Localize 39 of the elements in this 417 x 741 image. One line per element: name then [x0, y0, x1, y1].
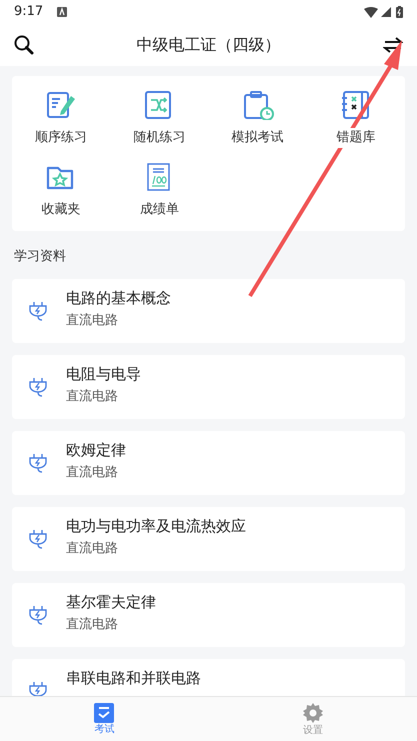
material-subtitle: 直流电路: [66, 464, 119, 480]
status-time: 9:17: [14, 3, 44, 22]
material-title: 电路的基本概念: [66, 288, 171, 306]
plug-icon: [28, 300, 48, 320]
material-title: 电功与电功率及电流热效应: [66, 516, 246, 534]
material-card[interactable]: 电功与电功率及电流热效应 直流电路: [12, 506, 405, 570]
battery-icon: [396, 6, 403, 18]
feature-label[interactable]: 错题库: [336, 128, 376, 148]
material-title: 欧姆定律: [66, 440, 126, 458]
notebook-cross-icon[interactable]: [340, 90, 372, 120]
section-title: 学习资料: [13, 248, 67, 266]
plug-icon: [28, 452, 48, 472]
plug-icon: [28, 376, 48, 396]
plug-icon: [28, 680, 48, 696]
material-card[interactable]: 电路的基本概念 直流电路: [12, 278, 405, 342]
material-title: 基尔霍夫定律: [66, 592, 156, 610]
material-title: 串联电路和并联电路: [66, 668, 201, 686]
material-card[interactable]: 电阻与电导 直流电路: [12, 354, 405, 418]
wifi-icon: [364, 6, 378, 18]
plug-icon: [28, 604, 48, 624]
material-card[interactable]: 基尔霍夫定律 直流电路: [12, 582, 405, 646]
notepad-pencil-icon[interactable]: [45, 90, 78, 120]
material-subtitle: 直流电路: [66, 616, 119, 632]
material-subtitle: 直流电路: [66, 312, 119, 328]
material-card[interactable]: 串联电路和并联电路: [12, 658, 405, 696]
page-title: 中级电工证（四级）: [136, 34, 282, 56]
material-card[interactable]: 欧姆定律 直流电路: [12, 430, 405, 494]
search-icon[interactable]: [14, 35, 34, 55]
notification-icon: [57, 7, 68, 17]
swap-icon[interactable]: [383, 37, 403, 53]
clipboard-clock-icon[interactable]: [242, 90, 274, 120]
material-subtitle: 直流电路: [66, 388, 119, 404]
settings-icon: [302, 702, 324, 724]
checklist-icon: [94, 702, 114, 722]
plug-icon: [28, 528, 48, 548]
signal-icon: [381, 7, 391, 17]
material-subtitle: 直流电路: [66, 540, 119, 556]
material-title: 电阻与电导: [66, 364, 141, 382]
tab[interactable]: 考试: [0, 697, 208, 741]
